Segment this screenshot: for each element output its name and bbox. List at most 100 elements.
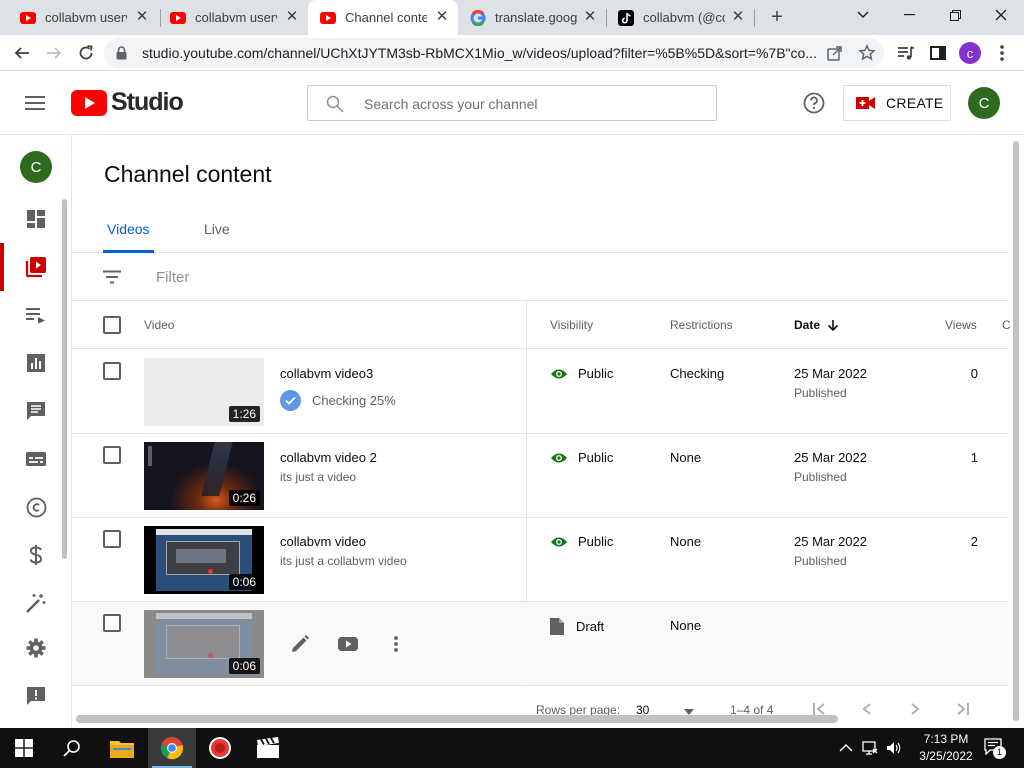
column-comments[interactable]: C [1002, 318, 1011, 332]
table-row[interactable]: 0:26 collabvm video 2 its just a video P… [72, 434, 1008, 518]
account-avatar[interactable]: C [968, 87, 1000, 119]
address-bar[interactable]: studio.youtube.com/channel/UChXtJYTM3sb-… [104, 38, 884, 68]
vertical-scrollbar[interactable] [1013, 141, 1019, 721]
browser-tab[interactable]: collabvm (@col ✕ [606, 0, 754, 35]
column-visibility[interactable]: Visibility [550, 318, 593, 332]
taskbar-recorder[interactable] [196, 728, 244, 768]
browser-tab[interactable]: collabvm userv ✕ [158, 0, 308, 35]
profile-button[interactable]: c [958, 41, 982, 65]
sidebar-item-copyright[interactable] [0, 483, 72, 531]
date-status: Published [794, 470, 847, 484]
sidebar-item-content[interactable] [0, 243, 72, 291]
view-on-youtube-button[interactable] [336, 632, 360, 656]
horizontal-scrollbar[interactable] [76, 715, 838, 723]
browser-tab[interactable]: translate.googl ✕ [458, 0, 606, 35]
channel-avatar[interactable]: C [20, 151, 52, 183]
video-thumbnail[interactable]: 0:26 [144, 442, 264, 510]
column-restrictions[interactable]: Restrictions [670, 318, 733, 332]
row-checkbox[interactable] [103, 446, 121, 464]
visibility-dropdown[interactable]: Public [550, 534, 613, 549]
start-button[interactable] [0, 728, 48, 768]
search-input[interactable] [364, 94, 704, 114]
close-window-button[interactable] [978, 0, 1024, 30]
visibility-dropdown[interactable]: Public [550, 366, 613, 381]
sidebar-item-dashboard[interactable] [0, 195, 72, 243]
media-control-button[interactable] [894, 41, 918, 65]
close-tab-icon[interactable]: ✕ [730, 9, 746, 25]
sidebar-item-customisation[interactable] [0, 579, 72, 627]
url-text[interactable]: studio.youtube.com/channel/UChXtJYTM3sb-… [142, 45, 818, 61]
chevron-up-icon[interactable] [838, 740, 854, 756]
options-button[interactable] [384, 632, 408, 656]
menu-icon[interactable] [25, 96, 45, 110]
restore-button[interactable] [932, 0, 978, 30]
column-date[interactable]: Date [794, 318, 839, 332]
help-icon[interactable] [803, 92, 825, 114]
filter-icon[interactable] [102, 270, 122, 284]
taskbar-search-button[interactable] [48, 728, 96, 768]
taskbar-clock[interactable]: 7:13 PM 3/25/2022 [914, 731, 978, 765]
row-checkbox[interactable] [103, 362, 121, 380]
sidebar-item-comments[interactable] [0, 387, 72, 435]
new-tab-button[interactable]: + [766, 6, 788, 28]
browser-tab[interactable]: collabvm userv ✕ [8, 0, 158, 35]
channel-search[interactable] [307, 85, 717, 121]
table-row[interactable]: 0:06 collabvm video its just a collabvm … [72, 518, 1008, 602]
column-views[interactable]: Views [945, 318, 977, 332]
close-tab-icon[interactable]: ✕ [434, 9, 450, 25]
row-checkbox[interactable] [103, 530, 121, 548]
close-tab-icon[interactable]: ✕ [582, 9, 598, 25]
video-title[interactable]: collabvm video [280, 534, 366, 549]
tab-search-button[interactable] [840, 0, 886, 30]
row-checkbox[interactable] [103, 614, 121, 632]
create-button[interactable]: CREATE [843, 85, 951, 121]
video-thumbnail[interactable]: 1:26 [144, 358, 264, 426]
back-button[interactable] [10, 41, 34, 65]
action-center-button[interactable]: 1 [984, 738, 1006, 759]
close-tab-icon[interactable]: ✕ [134, 9, 150, 25]
browser-menu-button[interactable] [990, 41, 1014, 65]
bookmark-star-icon[interactable] [858, 44, 876, 62]
tab-live[interactable]: Live [204, 205, 230, 253]
sidebar-item-earn[interactable] [0, 531, 72, 579]
next-page-icon[interactable] [910, 703, 920, 715]
studio-logo-text[interactable]: Studio [111, 88, 184, 117]
network-icon[interactable] [862, 740, 878, 756]
share-icon[interactable] [826, 44, 844, 62]
reload-button[interactable] [74, 41, 98, 65]
edit-details-button[interactable] [288, 632, 312, 656]
sidebar-item-subtitles[interactable] [0, 435, 72, 483]
video-title[interactable]: collabvm video 2 [280, 450, 377, 465]
video-title[interactable]: collabvm video3 [280, 366, 373, 381]
select-all-checkbox[interactable] [103, 316, 121, 334]
browser-tab-active[interactable]: Channel conten ✕ [308, 0, 458, 35]
sidebar-item-feedback[interactable] [0, 672, 72, 720]
close-tab-icon[interactable]: ✕ [284, 9, 300, 25]
sidebar-item-analytics[interactable] [0, 339, 72, 387]
first-page-icon[interactable] [812, 703, 826, 715]
volume-icon[interactable] [886, 740, 902, 756]
sidebar-item-settings[interactable] [0, 624, 72, 672]
minimize-button[interactable] [886, 0, 932, 30]
lock-icon[interactable] [116, 46, 127, 60]
playlists-icon [26, 308, 45, 323]
youtube-logo-icon[interactable] [71, 90, 107, 116]
last-page-icon[interactable] [956, 703, 970, 715]
taskbar-file-explorer[interactable] [98, 728, 146, 768]
video-thumbnail[interactable]: 0:06 [144, 526, 264, 594]
forward-button[interactable] [42, 41, 66, 65]
taskbar-video-editor[interactable] [244, 728, 292, 768]
table-row-draft[interactable]: 0:06 Draft None [72, 602, 1008, 686]
side-panel-button[interactable] [926, 41, 950, 65]
previous-page-icon[interactable] [862, 703, 872, 715]
visibility-dropdown[interactable]: Public [550, 450, 613, 465]
tab-title: Channel conten [345, 10, 427, 25]
table-row[interactable]: 1:26 collabvm video3 Checking 25% Public… [72, 350, 1008, 434]
filter-input[interactable]: Filter [156, 269, 189, 286]
more-vertical-icon [1000, 45, 1004, 61]
video-thumbnail[interactable]: 0:06 [144, 610, 264, 678]
sidebar-item-playlists[interactable] [0, 291, 72, 339]
filter-bar[interactable]: Filter [72, 253, 1008, 301]
tab-videos[interactable]: Videos [103, 205, 154, 253]
taskbar-chrome[interactable] [148, 728, 196, 768]
